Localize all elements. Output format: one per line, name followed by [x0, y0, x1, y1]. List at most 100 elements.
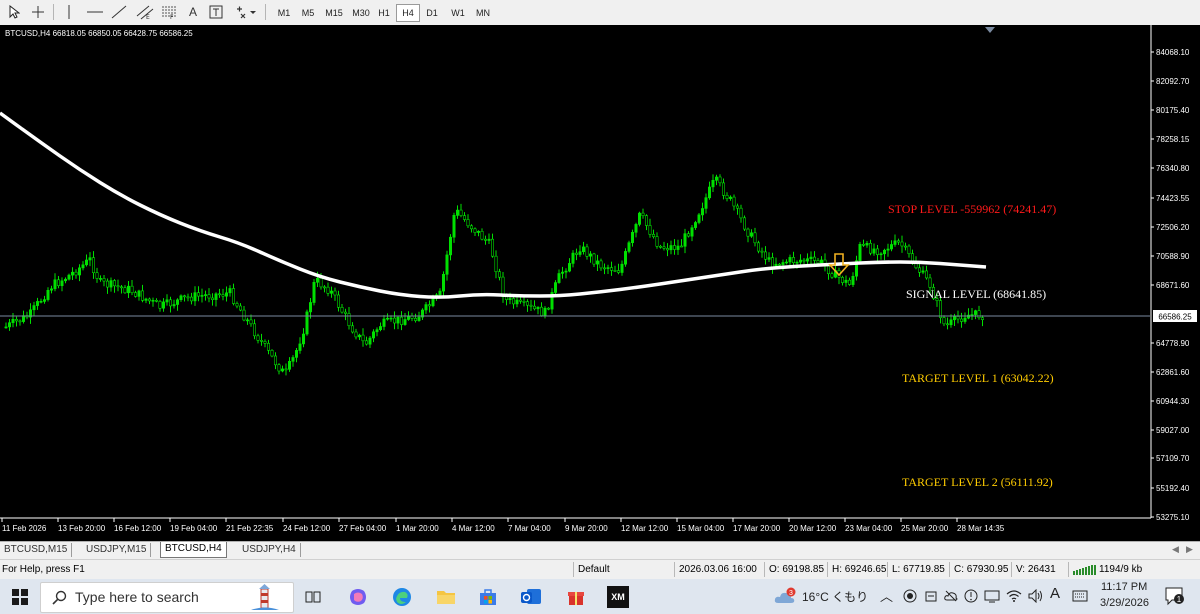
candle-body: [197, 292, 201, 297]
windows-taskbar: Type here to search XM 3 16°C くもり ︿ A 11…: [0, 579, 1200, 614]
keyboard-icon[interactable]: [1072, 589, 1088, 603]
vertical-line-icon[interactable]: [62, 3, 76, 21]
candle-body: [522, 300, 526, 303]
horizontal-line-icon[interactable]: [86, 3, 104, 21]
task-view-icon[interactable]: [302, 583, 324, 611]
crosshair-icon[interactable]: [30, 3, 46, 21]
tab-scroll-left-icon[interactable]: ◀: [1172, 544, 1179, 555]
timeframe-h1-button[interactable]: H1: [372, 4, 396, 22]
timeframe-m1-button[interactable]: M1: [272, 4, 296, 22]
notification-center-icon[interactable]: 1: [1164, 586, 1186, 606]
connection-status[interactable]: 1194/9 kb: [1099, 563, 1142, 577]
candle-body: [35, 301, 39, 306]
candle-body: [490, 238, 494, 257]
timeframe-mn-button[interactable]: MN: [470, 4, 496, 22]
candle-body: [312, 281, 316, 303]
microsoft-store-icon[interactable]: [476, 583, 500, 611]
candle-body: [322, 286, 326, 289]
candle-body: [343, 311, 347, 314]
weather-cloud-icon[interactable]: 3: [772, 583, 798, 611]
text-label-icon[interactable]: [208, 3, 224, 21]
candle-body: [81, 264, 85, 269]
candle-body: [809, 256, 813, 260]
timeframe-m15-button[interactable]: M15: [320, 4, 348, 22]
timeframe-m5-button[interactable]: M5: [296, 4, 320, 22]
timeframe-h4-button[interactable]: H4: [396, 4, 420, 22]
target-level-1-label: TARGET LEVEL 1 (63042.22): [902, 371, 1054, 385]
security-icon[interactable]: [964, 589, 978, 603]
clock-date[interactable]: 3/29/2026: [1100, 597, 1149, 609]
tab-usdjpy-m15[interactable]: USDJPY,M15: [82, 543, 152, 557]
file-explorer-icon[interactable]: [434, 583, 458, 611]
time-tick-label: 17 Mar 20:00: [733, 524, 781, 533]
outlook-icon[interactable]: [518, 583, 544, 611]
search-icon: [52, 590, 67, 605]
timeframe-m30-button[interactable]: M30: [348, 4, 374, 22]
fibonacci-icon[interactable]: F: [160, 3, 178, 21]
chart-shift-marker[interactable]: [985, 27, 995, 33]
candle-body: [875, 248, 879, 255]
shapes-menu-icon[interactable]: [234, 3, 258, 21]
candle-body: [749, 232, 753, 237]
candle-body: [784, 261, 788, 264]
show-hidden-icons-chevron-icon[interactable]: ︿: [880, 586, 893, 605]
candle-body: [116, 285, 120, 288]
windows-start-icon[interactable]: [8, 583, 32, 611]
candle-body: [945, 323, 949, 326]
copilot-icon[interactable]: [346, 583, 370, 611]
price-tick-label: 55192.40: [1156, 484, 1190, 493]
clock-time[interactable]: 11:17 PM: [1101, 581, 1147, 593]
candle-body: [494, 255, 498, 272]
gift-app-icon[interactable]: [564, 583, 588, 611]
candle-body: [662, 246, 666, 249]
candle-body: [340, 306, 344, 313]
text-icon[interactable]: A: [186, 3, 200, 21]
candle-body: [246, 319, 250, 322]
weather-text[interactable]: 16°C くもり: [802, 588, 868, 605]
candle-body: [375, 329, 379, 333]
price-chart[interactable]: 84068.10 82092.70 80175.40 78258.15 76340.80…: [0, 25, 1200, 541]
cursor-icon[interactable]: [6, 3, 22, 21]
candle-body: [956, 316, 960, 320]
network-icon[interactable]: [984, 589, 1000, 603]
candle-body: [382, 318, 386, 327]
candle-body: [896, 240, 900, 243]
candle-body: [721, 182, 725, 196]
cloud-sync-icon[interactable]: [924, 589, 938, 603]
candle-body: [518, 299, 522, 302]
taskbar-search-box[interactable]: Type here to search: [40, 582, 294, 613]
time-tick-label: 13 Feb 20:00: [58, 524, 106, 533]
candle-body: [781, 262, 785, 265]
record-icon[interactable]: [903, 589, 917, 603]
candle-body: [308, 302, 312, 313]
onedrive-offline-icon[interactable]: [944, 589, 958, 603]
candle-body: [942, 317, 946, 325]
price-tick-label: 53275.10: [1156, 513, 1190, 522]
candle-body: [8, 322, 12, 328]
candle-body: [560, 271, 564, 274]
tab-btcusd-h4[interactable]: BTCUSD,H4: [160, 542, 227, 558]
tab-scroll-right-icon[interactable]: ▶: [1186, 544, 1193, 555]
wifi-icon[interactable]: [1006, 589, 1022, 603]
candle-body: [812, 256, 816, 261]
candle-body: [742, 217, 746, 230]
ime-mode-indicator[interactable]: A: [1050, 585, 1060, 602]
candle-body: [445, 254, 449, 275]
channel-icon[interactable]: E: [135, 3, 155, 21]
xm-trading-app-icon[interactable]: XM: [606, 583, 630, 611]
edge-browser-icon[interactable]: [390, 583, 414, 611]
candle-body: [113, 280, 117, 287]
time-tick-label: 28 Mar 14:35: [957, 524, 1005, 533]
bar-close: C: 67930.95: [954, 564, 1009, 575]
timeframe-d1-button[interactable]: D1: [420, 4, 444, 22]
tab-btcusd-m15[interactable]: BTCUSD,M15: [0, 543, 73, 557]
candle-body: [155, 299, 159, 302]
trendline-icon[interactable]: [110, 3, 128, 21]
candle-body: [211, 297, 215, 301]
timeframe-w1-button[interactable]: W1: [446, 4, 470, 22]
candle-body: [417, 316, 421, 321]
tab-usdjpy-h4[interactable]: USDJPY,H4: [238, 543, 301, 557]
price-tick-label: 70588.90: [1156, 252, 1190, 261]
volume-icon[interactable]: [1028, 589, 1044, 603]
bar-volume: V: 26431: [1016, 564, 1056, 575]
